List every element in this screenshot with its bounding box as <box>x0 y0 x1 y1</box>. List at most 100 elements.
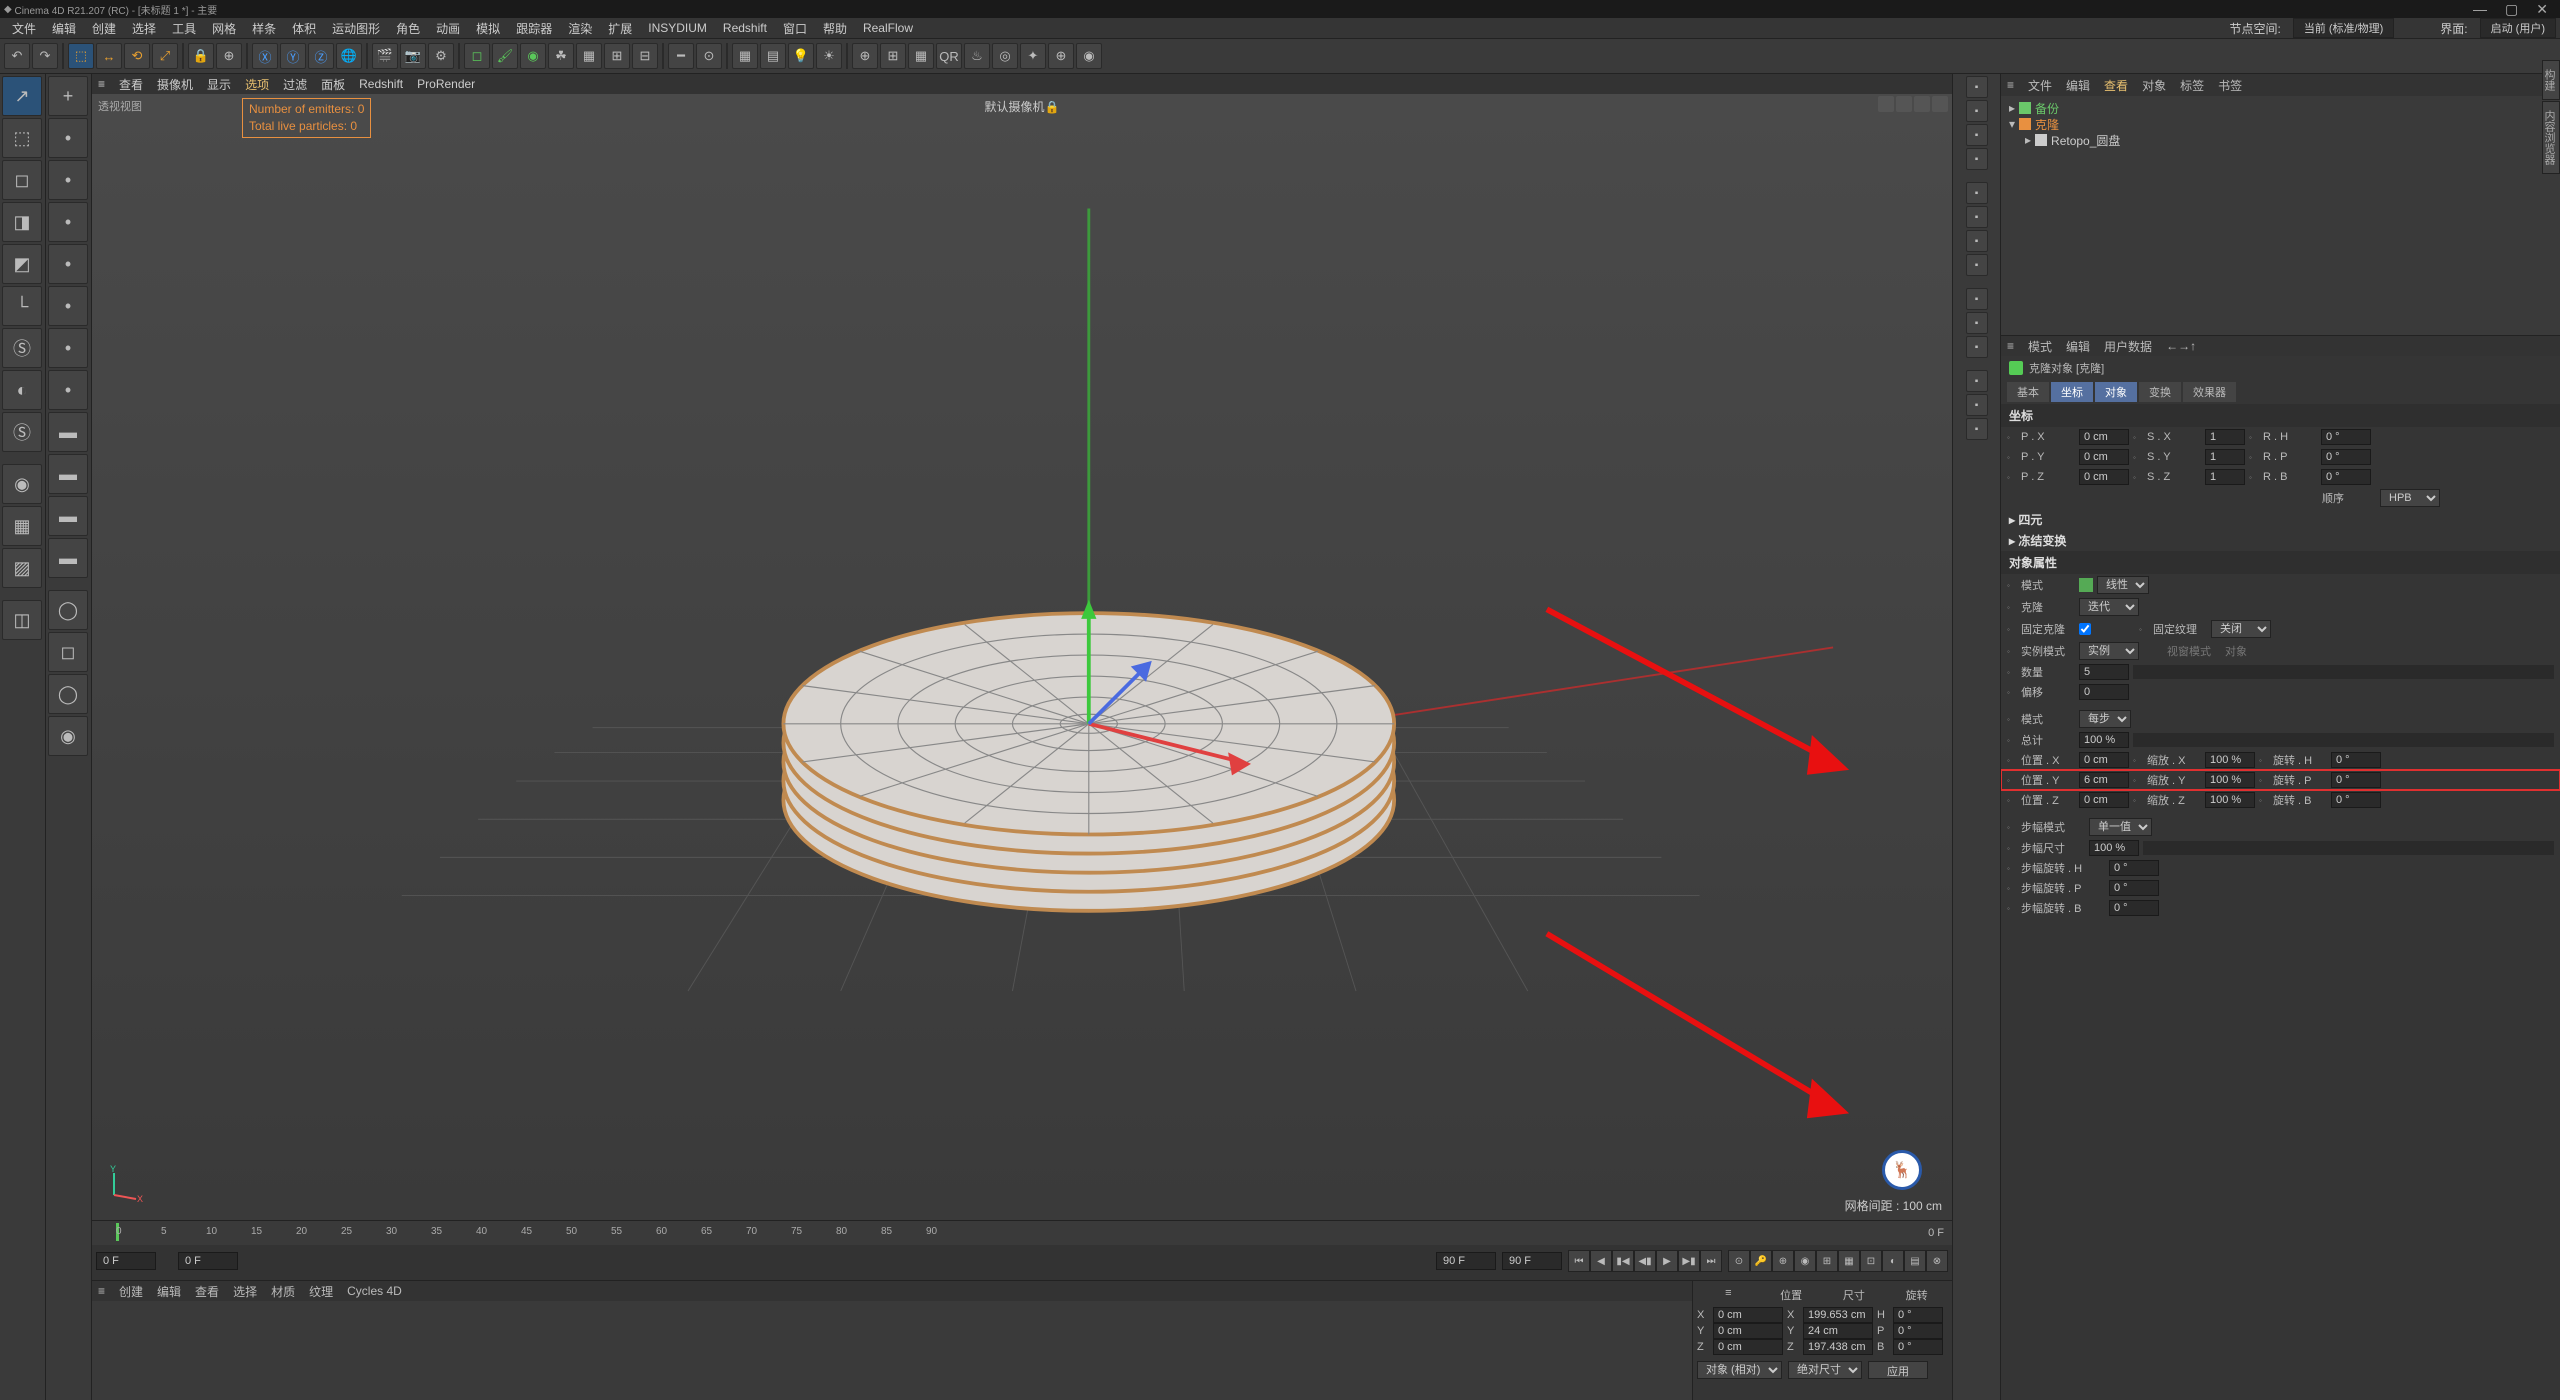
left-tool-lt1-11[interactable]: ▦ <box>2 506 42 546</box>
left-tool-lt2-7[interactable]: • <box>48 370 88 410</box>
right-icon-4[interactable]: ▪ <box>1966 182 1988 204</box>
left-tool-lt2-8[interactable]: ▬ <box>48 412 88 452</box>
transport-btn-15[interactable]: ◐ <box>1882 1250 1904 1272</box>
fixtex-select[interactable]: 关闭 <box>2211 620 2271 638</box>
transport-btn-9[interactable]: 🔑 <box>1750 1250 1772 1272</box>
left-tool-lt2-9[interactable]: ▬ <box>48 454 88 494</box>
quaternion-section[interactable]: ▸ 四元 <box>2001 509 2560 530</box>
left-tool-lt2-2[interactable]: • <box>48 160 88 200</box>
object-tree[interactable]: ▸备份▾克隆▸Retopo_圆盘 <box>2001 96 2560 336</box>
right-icon-0[interactable]: ▪ <box>1966 76 1988 98</box>
vp-menu-ProRender[interactable]: ProRender <box>417 77 475 91</box>
sidetab-builder[interactable]: 构建 <box>2542 60 2560 100</box>
tree-row-Retopo_圆盘[interactable]: ▸Retopo_圆盘 <box>2005 132 2556 148</box>
bottom-tab-纹理[interactable]: 纹理 <box>309 1283 333 1300</box>
toolbar-btn-31[interactable]: ▦ <box>732 43 758 69</box>
transport-btn-16[interactable]: ▤ <box>1904 1250 1926 1272</box>
menu-Redshift[interactable]: Redshift <box>715 21 775 35</box>
tree-row-备份[interactable]: ▸备份 <box>2005 100 2556 116</box>
toolbar-btn-21[interactable]: 🖌 <box>492 43 518 69</box>
menu-窗口[interactable]: 窗口 <box>775 20 815 37</box>
menu-运动图形[interactable]: 运动图形 <box>324 20 388 37</box>
toolbar-btn-37[interactable]: ⊞ <box>880 43 906 69</box>
left-tool-lt1-0[interactable]: ↗ <box>2 76 42 116</box>
menu-样条[interactable]: 样条 <box>244 20 284 37</box>
objpanel-tab-对象[interactable]: 对象 <box>2142 77 2166 94</box>
fix-clone-checkbox[interactable] <box>2079 623 2091 635</box>
menu-icon[interactable]: ≡ <box>2007 78 2014 92</box>
mode2-select[interactable]: 每步 <box>2079 710 2131 728</box>
toolbar-btn-41[interactable]: ◎ <box>992 43 1018 69</box>
attr-tab-用户数据[interactable]: 用户数据 <box>2104 338 2152 355</box>
right-icon-12[interactable]: ▪ <box>1966 394 1988 416</box>
toolbar-btn-5[interactable]: ⟲ <box>124 43 150 69</box>
attr-tab-模式[interactable]: 模式 <box>2028 338 2052 355</box>
left-tool-lt1-6[interactable]: Ⓢ <box>2 328 42 368</box>
maximize-button[interactable]: ▢ <box>2505 1 2518 18</box>
right-icon-8[interactable]: ▪ <box>1966 288 1988 310</box>
toolbar-btn-24[interactable]: ▦ <box>576 43 602 69</box>
menu-动画[interactable]: 动画 <box>428 20 468 37</box>
vp-menu-摄像机[interactable]: 摄像机 <box>157 76 193 93</box>
toolbar-btn-18[interactable]: ⚙ <box>428 43 454 69</box>
menu-选择[interactable]: 选择 <box>124 20 164 37</box>
menu-icon[interactable]: ≡ <box>98 1284 105 1298</box>
frame-end2[interactable]: 90 F <box>1502 1252 1562 1270</box>
left-tool-lt1-5[interactable]: └ <box>2 286 42 326</box>
toolbar-btn-22[interactable]: ◉ <box>520 43 546 69</box>
left-tool-lt2-14[interactable]: ◻ <box>48 632 88 672</box>
menu-体积[interactable]: 体积 <box>284 20 324 37</box>
vp-menu-选项[interactable]: 选项 <box>245 76 269 93</box>
transport-btn-2[interactable]: ▮◀ <box>1612 1250 1634 1272</box>
menu-编辑[interactable]: 编辑 <box>44 20 84 37</box>
toolbar-btn-36[interactable]: ⊕ <box>852 43 878 69</box>
transport-btn-12[interactable]: ⊞ <box>1816 1250 1838 1272</box>
clone-select[interactable]: 迭代 <box>2079 598 2139 616</box>
left-tool-lt2-10[interactable]: ▬ <box>48 496 88 536</box>
transport-btn-6[interactable]: ⏭ <box>1700 1250 1722 1272</box>
toolbar-btn-43[interactable]: ⊕ <box>1048 43 1074 69</box>
menu-工具[interactable]: 工具 <box>164 20 204 37</box>
bottom-tab-查看[interactable]: 查看 <box>195 1283 219 1300</box>
menu-跟踪器[interactable]: 跟踪器 <box>508 20 560 37</box>
left-tool-lt1-4[interactable]: ◩ <box>2 244 42 284</box>
left-tool-lt2-4[interactable]: • <box>48 244 88 284</box>
toolbar-btn-14[interactable]: 🌐 <box>336 43 362 69</box>
menu-icon[interactable]: ≡ <box>2007 339 2014 353</box>
viewport-canvas[interactable]: 透视视图 Number of emitters: 0 Total live pa… <box>92 94 1952 1220</box>
right-icon-7[interactable]: ▪ <box>1966 254 1988 276</box>
toolbar-btn-4[interactable]: ↔ <box>96 43 122 69</box>
left-tool-lt2-5[interactable]: • <box>48 286 88 326</box>
vp-menu-显示[interactable]: 显示 <box>207 76 231 93</box>
pos-input[interactable] <box>2079 752 2129 768</box>
menu-文件[interactable]: 文件 <box>4 20 44 37</box>
pos-input[interactable] <box>2079 772 2129 788</box>
left-tool-lt2-11[interactable]: ▬ <box>48 538 88 578</box>
subtab-效果器[interactable]: 效果器 <box>2183 382 2236 402</box>
menu-扩展[interactable]: 扩展 <box>600 20 640 37</box>
toolbar-btn-11[interactable]: Ⓧ <box>252 43 278 69</box>
toolbar-btn-34[interactable]: ☀ <box>816 43 842 69</box>
freeze-section[interactable]: ▸ 冻结变换 <box>2001 530 2560 551</box>
transport-btn-4[interactable]: ▶ <box>1656 1250 1678 1272</box>
right-icon-9[interactable]: ▪ <box>1966 312 1988 334</box>
size-mode-select[interactable]: 绝对尺寸 <box>1788 1361 1862 1379</box>
mode-select[interactable]: 线性 <box>2097 576 2149 594</box>
frame-start[interactable]: 0 F <box>96 1252 156 1270</box>
transport-btn-0[interactable]: ⏮ <box>1568 1250 1590 1272</box>
transport-btn-13[interactable]: ▦ <box>1838 1250 1860 1272</box>
left-tool-lt2-0[interactable]: + <box>48 76 88 116</box>
toolbar-btn-17[interactable]: 📷 <box>400 43 426 69</box>
transport-btn-11[interactable]: ◉ <box>1794 1250 1816 1272</box>
transport-btn-5[interactable]: ▶▮ <box>1678 1250 1700 1272</box>
transport-btn-1[interactable]: ◀ <box>1590 1250 1612 1272</box>
left-tool-lt2-16[interactable]: ◉ <box>48 716 88 756</box>
left-tool-lt2-1[interactable]: • <box>48 118 88 158</box>
right-icon-2[interactable]: ▪ <box>1966 124 1988 146</box>
count-slider[interactable] <box>2133 665 2554 679</box>
toolbar-btn-6[interactable]: ⤢ <box>152 43 178 69</box>
toolbar-btn-0[interactable]: ↶ <box>4 43 30 69</box>
left-tool-lt1-12[interactable]: ▨ <box>2 548 42 588</box>
objpanel-tab-编辑[interactable]: 编辑 <box>2066 77 2090 94</box>
offset-input[interactable] <box>2079 684 2129 700</box>
